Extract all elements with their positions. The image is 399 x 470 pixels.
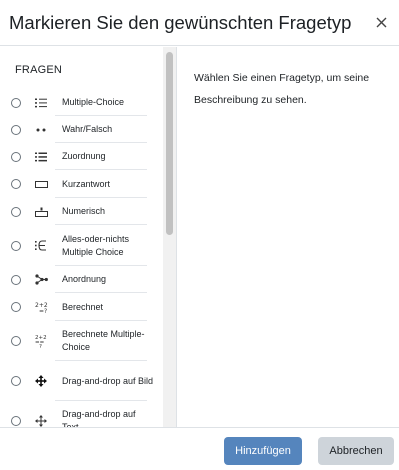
description-text: Wählen Sie einen Fragetyp, um seine Besc… <box>194 72 370 106</box>
question-type-item-matching[interactable]: Zuordnung <box>0 143 163 170</box>
radio-button[interactable] <box>11 240 21 251</box>
two-dots-icon <box>33 122 49 138</box>
calculated-icon: 2+2 =? <box>33 299 49 315</box>
radio-button[interactable] <box>11 206 21 217</box>
svg-text:?: ? <box>39 344 42 348</box>
question-type-item-ddimage[interactable]: Drag-and-drop auf Bild <box>0 361 163 401</box>
question-type-label: Berechnete Multiple-Choice <box>62 329 145 352</box>
question-type-item-short-answer[interactable]: Kurzantwort <box>0 170 163 198</box>
element-of-icon <box>33 238 49 254</box>
question-type-label: Zuordnung <box>62 151 106 161</box>
question-type-item-true-false[interactable]: Wahr/Falsch <box>0 116 163 143</box>
calculated-multi-icon: 2+2 == ? <box>33 333 49 349</box>
close-button[interactable] <box>371 12 391 32</box>
radio-button[interactable] <box>11 336 21 346</box>
dialog-footer: Hinzufügen Abbrechen <box>0 427 399 470</box>
question-type-label: Anordnung <box>62 274 107 284</box>
numeric-input-icon <box>33 204 49 220</box>
question-type-item-ddwtos[interactable]: Drag-and-drop auf Text <box>0 401 163 427</box>
section-label: FRAGEN <box>15 64 63 76</box>
short-box-icon <box>33 176 49 192</box>
question-type-label: Multiple-Choice <box>62 97 125 107</box>
question-type-label: Drag-and-drop auf Text <box>62 409 136 427</box>
radio-button[interactable] <box>11 124 21 135</box>
ordering-nodes-icon <box>33 272 49 288</box>
radio-button[interactable] <box>11 274 21 285</box>
list-icon <box>33 95 49 111</box>
question-type-list-panel: FRAGEN Multiple-Choice Wahr/Falsch Zuord… <box>0 47 177 427</box>
cancel-button[interactable]: Abbrechen <box>318 437 394 465</box>
svg-text:=?: =? <box>39 308 47 313</box>
radio-button[interactable] <box>11 97 21 108</box>
question-type-label: Alles-oder-nichts Multiple Choice <box>62 233 130 257</box>
grid-list-icon <box>33 149 49 165</box>
close-icon <box>376 17 386 27</box>
question-type-label: Numerisch <box>62 206 106 216</box>
question-type-label: Drag-and-drop auf Bild <box>62 375 154 386</box>
question-type-label: Kurzantwort <box>62 178 111 189</box>
question-type-label: Wahr/Falsch <box>62 124 113 134</box>
scrollbar-thumb[interactable] <box>166 52 173 235</box>
move-arrows-icon <box>33 413 49 427</box>
radio-button[interactable] <box>11 416 21 426</box>
question-type-list[interactable]: FRAGEN Multiple-Choice Wahr/Falsch Zuord… <box>0 47 163 427</box>
question-type-item-ordering[interactable]: Anordnung <box>0 266 163 293</box>
question-type-item-multiple-choice[interactable]: Multiple-Choice <box>0 89 163 116</box>
description-panel: Wählen Sie einen Fragetyp, um seine Besc… <box>178 47 399 427</box>
question-type-item-all-or-nothing[interactable]: Alles-oder-nichts Multiple Choice <box>0 225 163 266</box>
radio-button[interactable] <box>11 302 21 312</box>
radio-button[interactable] <box>11 151 21 162</box>
dialog-body: FRAGEN Multiple-Choice Wahr/Falsch Zuord… <box>0 47 399 427</box>
radio-button[interactable] <box>11 376 21 386</box>
question-type-item-calculated-multichoice[interactable]: 2+2 == ? Berechnete Multiple-Choice <box>0 321 163 361</box>
dialog-title: Markieren Sie den gewünschten Fragetyp <box>9 12 352 33</box>
add-button[interactable]: Hinzufügen <box>224 437 302 465</box>
dialog-header: Markieren Sie den gewünschten Fragetyp <box>0 0 399 46</box>
radio-button[interactable] <box>11 179 21 189</box>
question-type-label: Berechnet <box>62 301 104 312</box>
question-type-item-calculated[interactable]: 2+2 =? Berechnet <box>0 293 163 321</box>
move-arrows-icon <box>33 373 49 389</box>
question-type-item-numerical[interactable]: Numerisch <box>0 198 163 225</box>
